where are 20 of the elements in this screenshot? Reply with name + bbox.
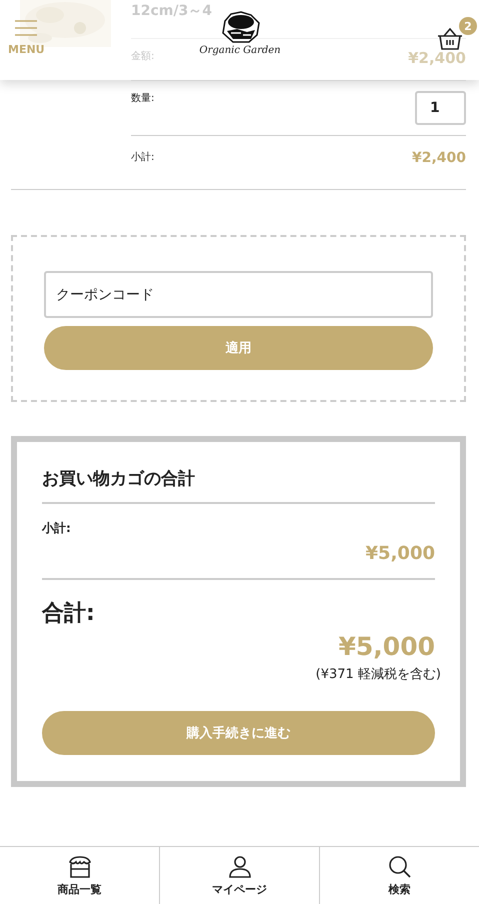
total-value: ¥5,000 <box>338 632 435 661</box>
subtotal-label: 小計: <box>42 520 72 537</box>
subtotal-label: 小計: <box>131 150 154 164</box>
nav-tab[interactable]: 商品一覧 <box>0 847 159 904</box>
total-label: 合計: <box>42 600 96 628</box>
totals-title: お買い物カゴの合計 <box>42 467 435 504</box>
cart-count-badge: 2 <box>459 17 477 35</box>
price-label: 金額: <box>131 50 154 63</box>
menu-icon <box>15 20 38 36</box>
nav-tab[interactable]: マイページ <box>159 847 319 904</box>
subtotal-value: ¥5,000 <box>42 543 435 580</box>
price-value: ¥2,400 <box>408 49 466 67</box>
quantity-field[interactable]: 1 <box>415 91 466 125</box>
cart-button[interactable] <box>437 28 463 50</box>
logo-text: Organic Garden <box>199 45 281 56</box>
nav-tab[interactable]: 検索 <box>319 847 479 904</box>
subtotal-value: ¥2,400 <box>412 150 466 166</box>
tax-note: (¥371 軽減税を含む) <box>314 666 441 683</box>
quantity-label: 数量: <box>131 92 154 105</box>
coupon-field[interactable]: クーポンコード <box>44 271 433 318</box>
